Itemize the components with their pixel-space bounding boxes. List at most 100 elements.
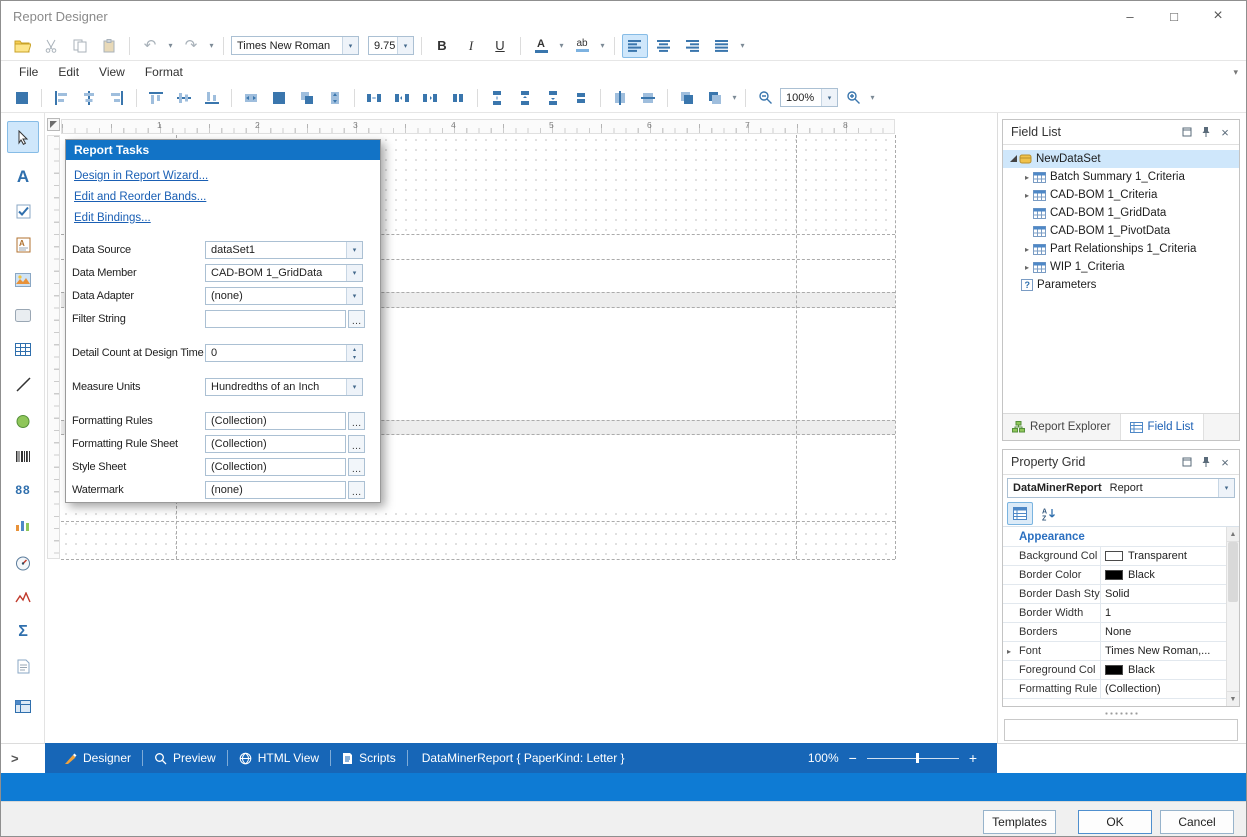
tab-preview[interactable]: Preview (145, 743, 225, 773)
property-row-border-color[interactable]: Border Color Black (1003, 566, 1226, 585)
remove-horizontal-spacing-icon[interactable] (445, 86, 471, 110)
object-selector-combo[interactable]: DataMinerReport Report ▾ (1007, 478, 1235, 498)
design-in-report-wizard-link[interactable]: Design in Report Wizard... (74, 170, 208, 182)
shape-tool-icon[interactable] (7, 405, 39, 437)
pivot-grid-tool-icon[interactable] (7, 690, 39, 722)
align-centers-icon[interactable] (76, 86, 102, 110)
chevron-down-icon[interactable]: ▾ (821, 89, 837, 106)
tab-html-view[interactable]: HTML View (230, 743, 328, 773)
zoom-dropdown-icon[interactable]: ▾ (868, 93, 877, 102)
scroll-up-icon[interactable]: ▲ (1227, 527, 1239, 542)
property-grid-scrollbar[interactable]: ▲ ▼ (1226, 527, 1239, 706)
maximize-icon[interactable]: □ (1152, 1, 1196, 31)
highlight-button[interactable]: ab (569, 34, 595, 58)
formatting-rules-ellipsis-button[interactable]: … (348, 412, 365, 430)
make-same-size-icon[interactable] (294, 86, 320, 110)
cut-icon[interactable] (38, 34, 64, 58)
line-tool-icon[interactable] (7, 368, 39, 400)
redo-icon[interactable]: ↷ (178, 34, 204, 58)
chevron-down-icon[interactable]: ▾ (346, 379, 362, 395)
ok-button[interactable]: OK (1078, 810, 1152, 834)
close-icon[interactable]: × (1217, 124, 1233, 140)
justify-button[interactable] (709, 34, 735, 58)
measure-units-combo[interactable]: Hundredths of an Inch▾ (205, 378, 363, 396)
toolbar-overflow-icon[interactable]: ▾ (1233, 67, 1238, 78)
check-box-tool-icon[interactable] (7, 195, 39, 227)
scroll-down-icon[interactable]: ▼ (1227, 691, 1239, 706)
cancel-button[interactable]: Cancel (1160, 810, 1234, 834)
italic-button[interactable]: I (458, 34, 484, 58)
watermark-field[interactable]: (none) (205, 481, 346, 499)
property-row-font[interactable]: ▸Font Times New Roman,... (1003, 642, 1226, 661)
edit-bindings-link[interactable]: Edit Bindings... (74, 212, 151, 224)
align-tops-icon[interactable] (143, 86, 169, 110)
expand-panel-icon[interactable]: > (11, 751, 19, 766)
style-sheet-field[interactable]: (Collection) (205, 458, 346, 476)
filter-string-ellipsis-button[interactable]: … (348, 310, 365, 328)
chevron-down-icon[interactable]: ▾ (342, 37, 358, 54)
align-right-button[interactable] (680, 34, 706, 58)
zoom-out-icon[interactable] (752, 86, 778, 110)
justify-dropdown-icon[interactable]: ▾ (738, 41, 747, 50)
style-sheet-ellipsis-button[interactable]: … (348, 458, 365, 476)
watermark-ellipsis-button[interactable]: … (348, 481, 365, 499)
make-same-height-icon[interactable] (322, 86, 348, 110)
data-member-combo[interactable]: CAD-BOM 1_GridData▾ (205, 264, 363, 282)
increase-horizontal-spacing-icon[interactable] (389, 86, 415, 110)
chevron-down-icon[interactable]: ▾ (346, 288, 362, 304)
picture-box-tool-icon[interactable] (7, 264, 39, 296)
zoom-in-button[interactable]: + (959, 750, 987, 766)
menu-view[interactable]: View (89, 63, 135, 81)
tab-report-explorer[interactable]: Report Explorer (1003, 414, 1121, 440)
menu-file[interactable]: File (9, 63, 48, 81)
font-color-dropdown-icon[interactable]: ▾ (557, 41, 566, 50)
tree-node[interactable]: CAD-BOM 1_PivotData (1003, 222, 1239, 240)
align-lefts-icon[interactable] (48, 86, 74, 110)
sparkline-tool-icon[interactable] (7, 582, 39, 614)
tab-scripts[interactable]: Scripts (333, 743, 405, 773)
filter-string-input[interactable] (205, 310, 346, 328)
expander-expanded-icon[interactable] (1007, 155, 1019, 164)
spin-up-icon[interactable]: ▴ (347, 345, 362, 353)
tab-designer[interactable]: Designer (55, 743, 140, 773)
order-dropdown-icon[interactable]: ▾ (730, 93, 739, 102)
zoom-combo[interactable]: 100% ▾ (780, 88, 838, 107)
expander-collapsed-icon[interactable]: ▸ (1021, 263, 1033, 272)
float-window-icon[interactable] (1179, 454, 1195, 470)
property-row-background-color[interactable]: Background Col Transparent (1003, 547, 1226, 566)
chevron-down-icon[interactable]: ▾ (1218, 479, 1234, 497)
minimize-icon[interactable]: – (1108, 1, 1152, 31)
formatting-rule-sheet-field[interactable]: (Collection) (205, 435, 346, 453)
edit-and-reorder-bands-link[interactable]: Edit and Reorder Bands... (74, 191, 206, 203)
zoom-in-icon[interactable] (840, 86, 866, 110)
property-row-foreground-color[interactable]: Foreground Col Black (1003, 661, 1226, 680)
detail-count-spinner[interactable]: 0 ▴▾ (205, 344, 363, 362)
zoom-slider[interactable] (867, 753, 959, 763)
align-center-button[interactable] (651, 34, 677, 58)
chevron-down-icon[interactable]: ▾ (346, 242, 362, 258)
undo-dropdown-icon[interactable]: ▾ (166, 41, 175, 50)
label-tool-icon[interactable]: A (7, 161, 39, 193)
formatting-rules-field[interactable]: (Collection) (205, 412, 346, 430)
property-row-formatting-rule[interactable]: Formatting Rule (Collection) (1003, 680, 1226, 699)
tree-node[interactable]: CAD-BOM 1_GridData (1003, 204, 1239, 222)
bring-to-front-icon[interactable] (674, 86, 700, 110)
tree-node[interactable]: ▸ Part Relationships 1_Criteria (1003, 240, 1239, 258)
gauge-tool-icon[interactable] (7, 547, 39, 579)
redo-dropdown-icon[interactable]: ▾ (207, 41, 216, 50)
align-bottoms-icon[interactable] (199, 86, 225, 110)
tree-node[interactable]: ▸ Batch Summary 1_Criteria (1003, 168, 1239, 186)
data-source-combo[interactable]: dataSet1▾ (205, 241, 363, 259)
font-size-combo[interactable]: 9.75 ▾ (368, 36, 414, 55)
align-left-button[interactable] (622, 34, 648, 58)
expander-collapsed-icon[interactable]: ▸ (1021, 245, 1033, 254)
property-row-border-width[interactable]: Border Width 1 (1003, 604, 1226, 623)
data-adapter-combo[interactable]: (none)▾ (205, 287, 363, 305)
tab-field-list[interactable]: Field List (1121, 414, 1204, 440)
chart-tool-icon[interactable] (7, 509, 39, 541)
close-icon[interactable]: × (1196, 1, 1240, 31)
tree-node[interactable]: ▸ CAD-BOM 1_Criteria (1003, 186, 1239, 204)
alphabetical-sort-button[interactable]: AZ (1036, 502, 1062, 525)
smart-tag-icon[interactable] (47, 118, 60, 131)
increase-vertical-spacing-icon[interactable] (512, 86, 538, 110)
